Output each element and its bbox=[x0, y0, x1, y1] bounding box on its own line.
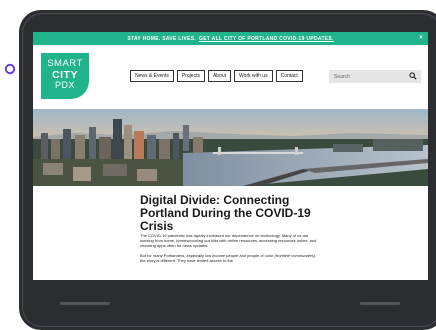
search-placeholder: Search bbox=[334, 73, 350, 80]
earbud-icon bbox=[4, 63, 16, 75]
article-title: Digital Divide: Connecting Portland Duri… bbox=[140, 193, 311, 233]
bottom-edge-right bbox=[360, 302, 400, 305]
nav-projects[interactable]: Projects bbox=[176, 70, 205, 82]
article-paragraph-2: But for many Portlanders, especially low… bbox=[140, 253, 320, 263]
article-paragraph-1: The COVID-19 pandemic has rapidly increa… bbox=[140, 233, 317, 249]
nav-news-events[interactable]: News & Events bbox=[130, 70, 174, 82]
smart-city-pdx-logo[interactable]: SMART CITY PDX bbox=[41, 53, 89, 99]
search-input[interactable]: Search bbox=[329, 70, 421, 83]
nav-work-with-us[interactable]: Work with us bbox=[234, 70, 273, 82]
banner-text: STAY HOME. SAVE LIVES. bbox=[127, 35, 196, 42]
search-icon[interactable] bbox=[409, 72, 417, 80]
close-icon[interactable]: × bbox=[419, 35, 423, 41]
covid-updates-link[interactable]: GET ALL CITY OF PORTLAND COVID-19 UPDATE… bbox=[199, 36, 334, 42]
article-body: The COVID-19 pandemic has rapidly increa… bbox=[140, 233, 320, 267]
main-nav: News & Events Projects About Work with u… bbox=[130, 70, 303, 82]
bottom-edge-left bbox=[60, 302, 110, 305]
nav-about[interactable]: About bbox=[207, 70, 232, 82]
nav-contact[interactable]: Contact bbox=[275, 70, 303, 82]
browser-screen: STAY HOME. SAVE LIVES. GET ALL CITY OF P… bbox=[33, 32, 428, 280]
covid-banner: STAY HOME. SAVE LIVES. GET ALL CITY OF P… bbox=[33, 32, 428, 45]
logo-line-2: CITY bbox=[52, 68, 78, 81]
portland-skyline-image bbox=[33, 109, 428, 186]
frontline-communities-text: (frontline communities) bbox=[274, 252, 316, 258]
site-header: SMART CITY PDX News & Events Projects Ab… bbox=[33, 45, 428, 115]
logo-line-3: PDX bbox=[54, 80, 75, 90]
logo-line-1: SMART bbox=[47, 58, 83, 69]
